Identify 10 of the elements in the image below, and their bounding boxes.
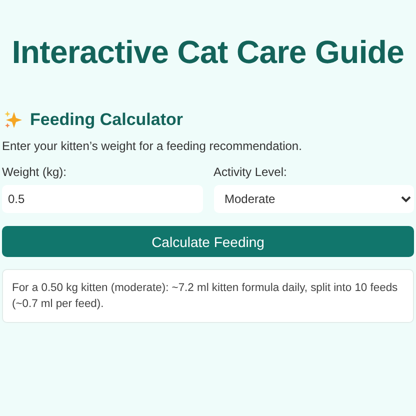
weight-field[interactable]: 0.5 — [2, 185, 202, 213]
calculate-button[interactable]: Calculate Feeding — [2, 226, 414, 257]
section-description: Enter your kitten’s weight for a feeding recommendation. — [2, 139, 303, 153]
activity-label: Activity Level: — [214, 165, 288, 179]
sparkles-icon — [4, 111, 22, 129]
weight-label: Weight (kg): — [2, 165, 68, 179]
result-text: For a 0.50 kg kitten (moderate): ~7.2 ml kitten formula daily, split into 10 feeds (~0.7 ml per feed). — [2, 269, 414, 323]
page-title: Interactive Cat Care Guide — [10, 33, 406, 72]
section-heading: Feeding Calculator — [30, 110, 184, 130]
activity-dropdown[interactable]: Moderate — [214, 185, 414, 213]
